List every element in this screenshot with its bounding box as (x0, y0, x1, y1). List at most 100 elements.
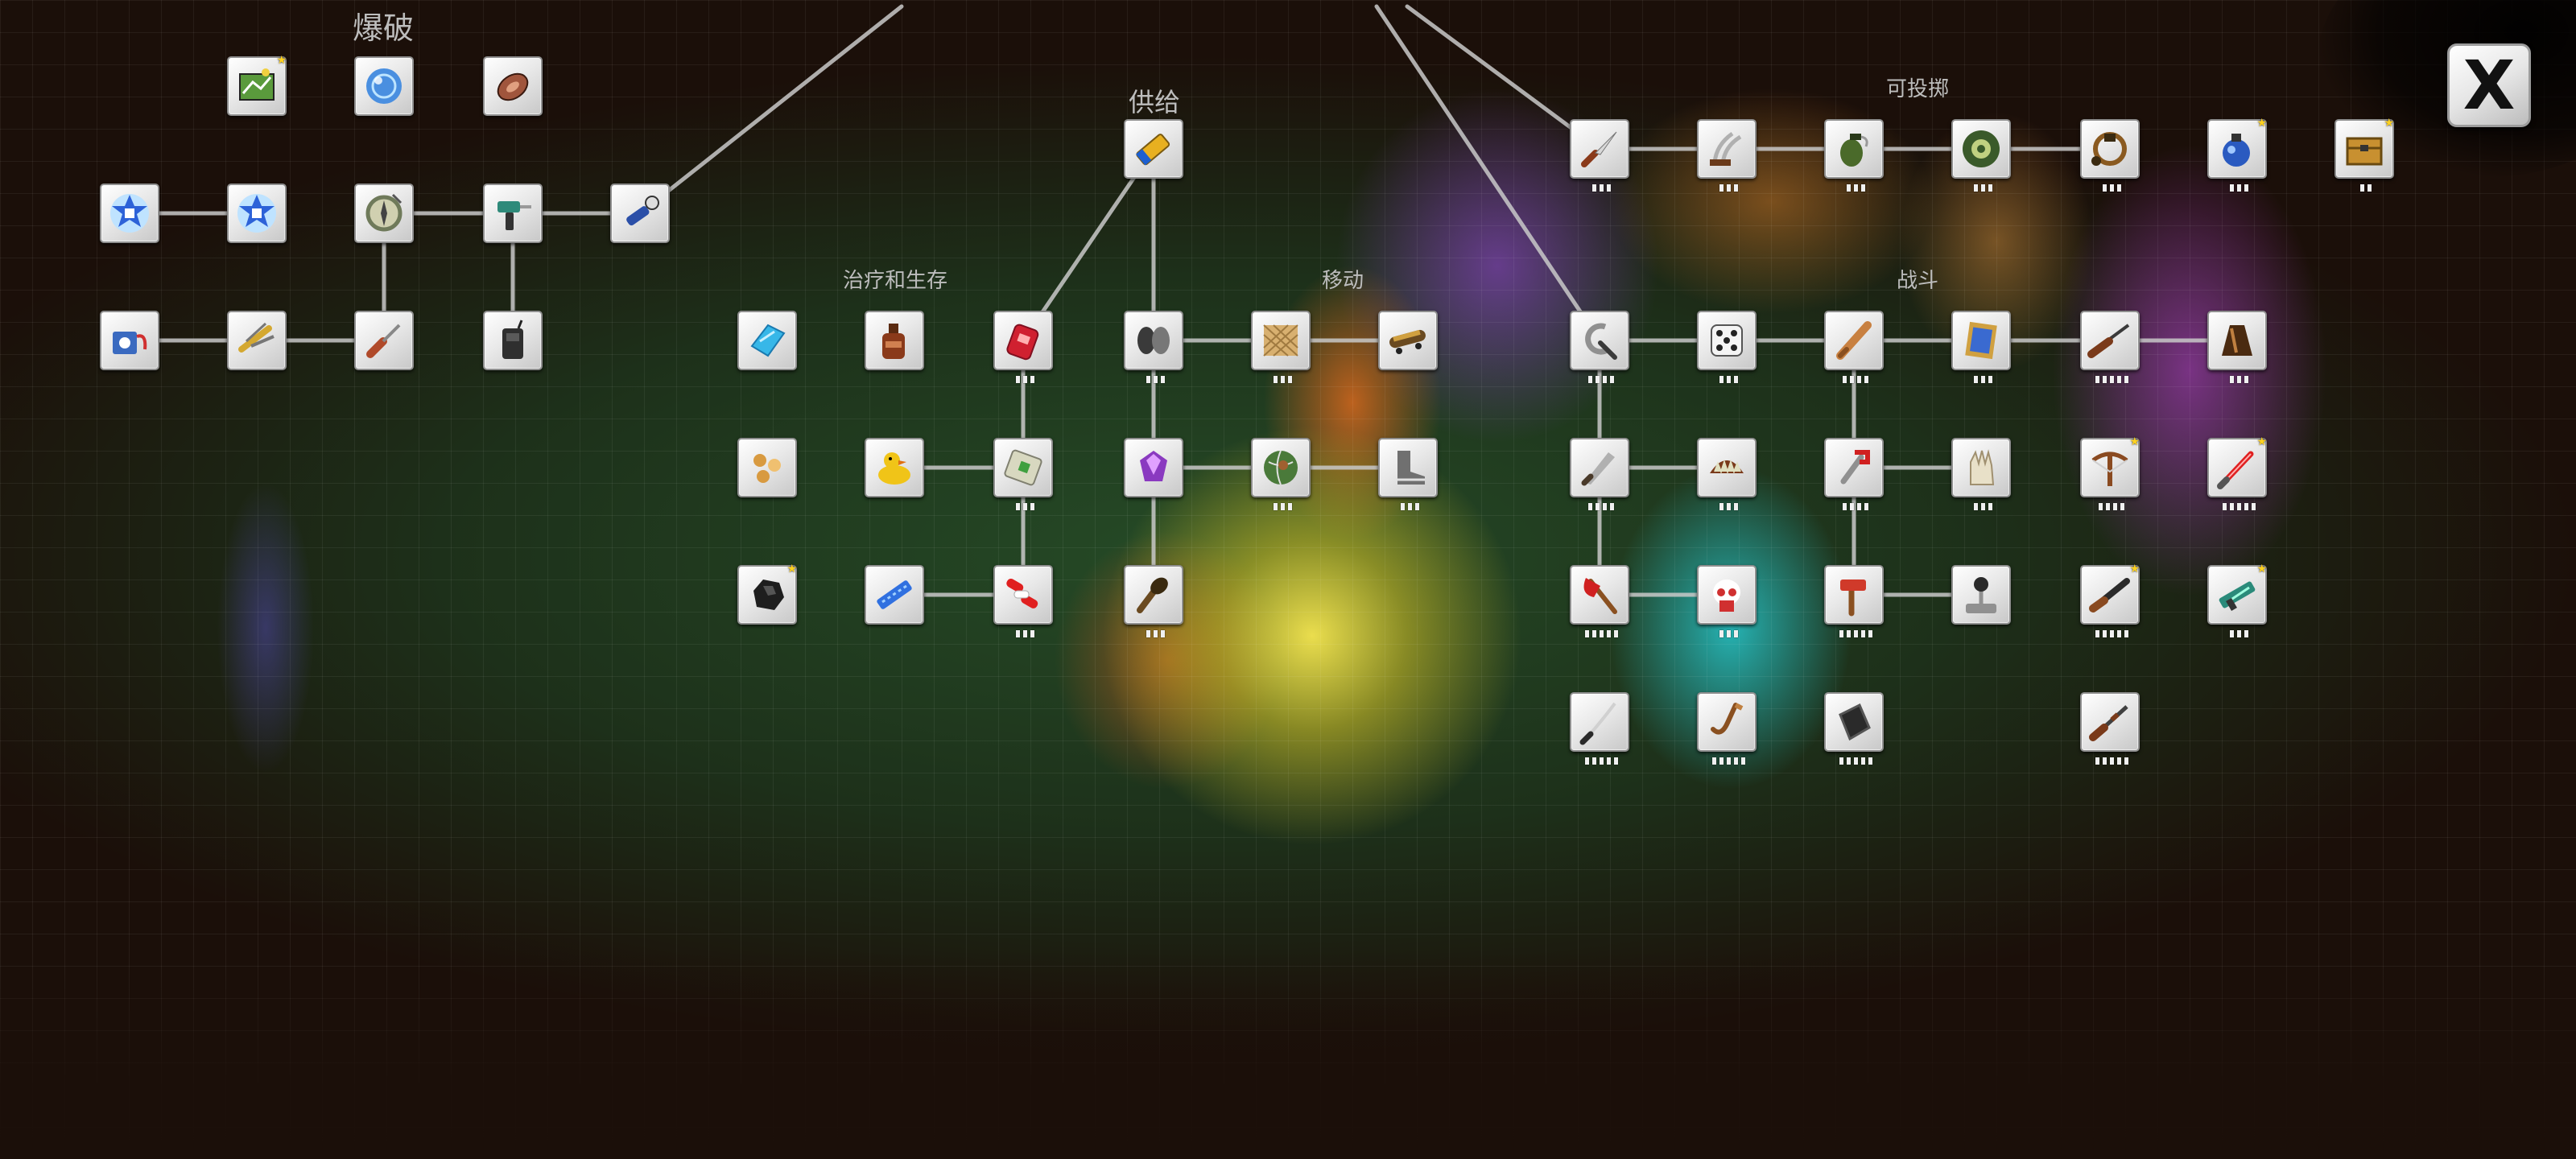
level-pip (1860, 757, 1865, 765)
upgrade-node[interactable] (737, 311, 797, 370)
upgrade-node[interactable] (1124, 119, 1183, 179)
upgrade-node[interactable] (100, 184, 159, 243)
gem-icon (1140, 451, 1167, 481)
level-pip (1846, 757, 1851, 765)
upgrade-node[interactable] (1951, 438, 2011, 510)
level-pip (1980, 184, 1985, 192)
upgrade-node[interactable] (1124, 565, 1183, 637)
upgrade-node[interactable] (1951, 311, 2011, 383)
upgrade-node[interactable]: ★ (227, 55, 287, 116)
level-indicator (1699, 184, 1758, 192)
upgrade-node[interactable] (1951, 119, 2011, 192)
upgrade-node[interactable] (865, 565, 924, 625)
level-indicator (2082, 503, 2141, 510)
upgrade-node[interactable] (2080, 311, 2140, 383)
level-pip (1733, 503, 1738, 510)
upgrade-node[interactable] (993, 565, 1053, 637)
upgrade-node[interactable] (1124, 438, 1183, 497)
level-indicator (1826, 630, 1885, 637)
upgrade-node[interactable] (1697, 119, 1757, 192)
upgrade-node[interactable] (1378, 311, 1438, 370)
level-pip (2102, 630, 2107, 637)
level-pip (1030, 376, 1034, 383)
bear-trap-icon (1710, 459, 1744, 475)
upgrade-node[interactable] (1570, 438, 1629, 510)
upgrade-node[interactable] (1697, 565, 1757, 637)
joystick-icon (1966, 577, 1996, 613)
level-pip (1596, 376, 1600, 383)
upgrade-node[interactable] (610, 184, 670, 243)
level-pip (1588, 376, 1592, 383)
upgrade-node[interactable] (354, 311, 414, 370)
upgrade-node[interactable] (2080, 119, 2140, 192)
rifle-icon (2087, 324, 2130, 358)
level-indicator (1571, 184, 1631, 192)
upgrade-node[interactable] (1824, 438, 1884, 510)
upgrade-node[interactable] (1378, 438, 1438, 510)
level-pip (1857, 503, 1861, 510)
upgrade-node[interactable] (227, 184, 287, 243)
level-pip (2109, 184, 2114, 192)
upgrade-node[interactable] (1124, 311, 1183, 383)
level-pip (1613, 630, 1618, 637)
upgrade-node[interactable] (865, 311, 924, 370)
level-pip (1843, 376, 1847, 383)
upgrade-node[interactable] (100, 311, 159, 370)
upgrade-node[interactable] (1697, 692, 1757, 765)
level-pip (2244, 184, 2248, 192)
upgrade-node[interactable] (1570, 119, 1629, 192)
upgrade-node[interactable] (1951, 565, 2011, 625)
level-indicator (2209, 503, 2268, 510)
upgrade-node[interactable] (2207, 311, 2267, 383)
upgrade-node[interactable]: ★ (2207, 563, 2267, 637)
meat-icon (497, 72, 529, 101)
upgrade-node[interactable] (483, 311, 543, 370)
upgrade-node[interactable]: ★ (2207, 435, 2267, 510)
upgrade-node[interactable] (1251, 438, 1311, 510)
upgrade-node[interactable] (993, 438, 1053, 510)
upgrade-node[interactable]: ★ (2080, 563, 2140, 637)
upgrade-node[interactable] (1824, 119, 1884, 192)
shotgun-icon (2089, 578, 2130, 612)
level-pip (1846, 184, 1851, 192)
upgrade-node[interactable] (483, 56, 543, 116)
upgrade-node[interactable] (1824, 311, 1884, 383)
upgrade-node[interactable]: ★ (2080, 436, 2140, 510)
level-pip (2124, 376, 2128, 383)
upgrade-node[interactable] (865, 438, 924, 497)
level-pip (2244, 630, 2248, 637)
upgrade-node[interactable] (1570, 692, 1629, 765)
upgrade-node[interactable] (737, 438, 797, 497)
level-pip (1864, 503, 1868, 510)
upgrade-node[interactable] (483, 184, 543, 243)
globe-icon (1264, 450, 1298, 485)
level-indicator (1699, 757, 1758, 765)
upgrade-node[interactable] (1824, 565, 1884, 637)
upgrade-node[interactable] (354, 184, 414, 243)
upgrade-node[interactable] (354, 56, 414, 116)
upgrade-node[interactable] (993, 311, 1053, 383)
level-pip (1719, 376, 1724, 383)
upgrade-node[interactable]: ★ (2334, 118, 2394, 192)
upgrade-node[interactable] (1697, 311, 1757, 383)
upgrade-node[interactable]: ★ (2207, 118, 2267, 192)
upgrade-node[interactable] (1570, 311, 1629, 383)
upgrade-node[interactable] (1697, 438, 1757, 510)
level-pip (1613, 757, 1618, 765)
level-pip (1287, 503, 1292, 510)
upgrade-node[interactable] (2080, 692, 2140, 765)
level-pip (1973, 184, 1978, 192)
ice-crystal-icon (750, 324, 786, 357)
upgrade-node[interactable] (1824, 692, 1884, 765)
upgrade-node[interactable] (1251, 311, 1311, 383)
level-pip (1868, 630, 1872, 637)
close-button[interactable]: X (2447, 43, 2531, 127)
level-pip (2360, 184, 2364, 192)
level-pip (1839, 757, 1843, 765)
upgrade-node[interactable]: ★ (737, 563, 797, 625)
star-icon: ★ (2256, 435, 2267, 448)
cowbell-icon (2222, 325, 2252, 356)
level-pip (1022, 376, 1027, 383)
upgrade-node[interactable] (1570, 565, 1629, 637)
upgrade-node[interactable] (227, 311, 287, 370)
